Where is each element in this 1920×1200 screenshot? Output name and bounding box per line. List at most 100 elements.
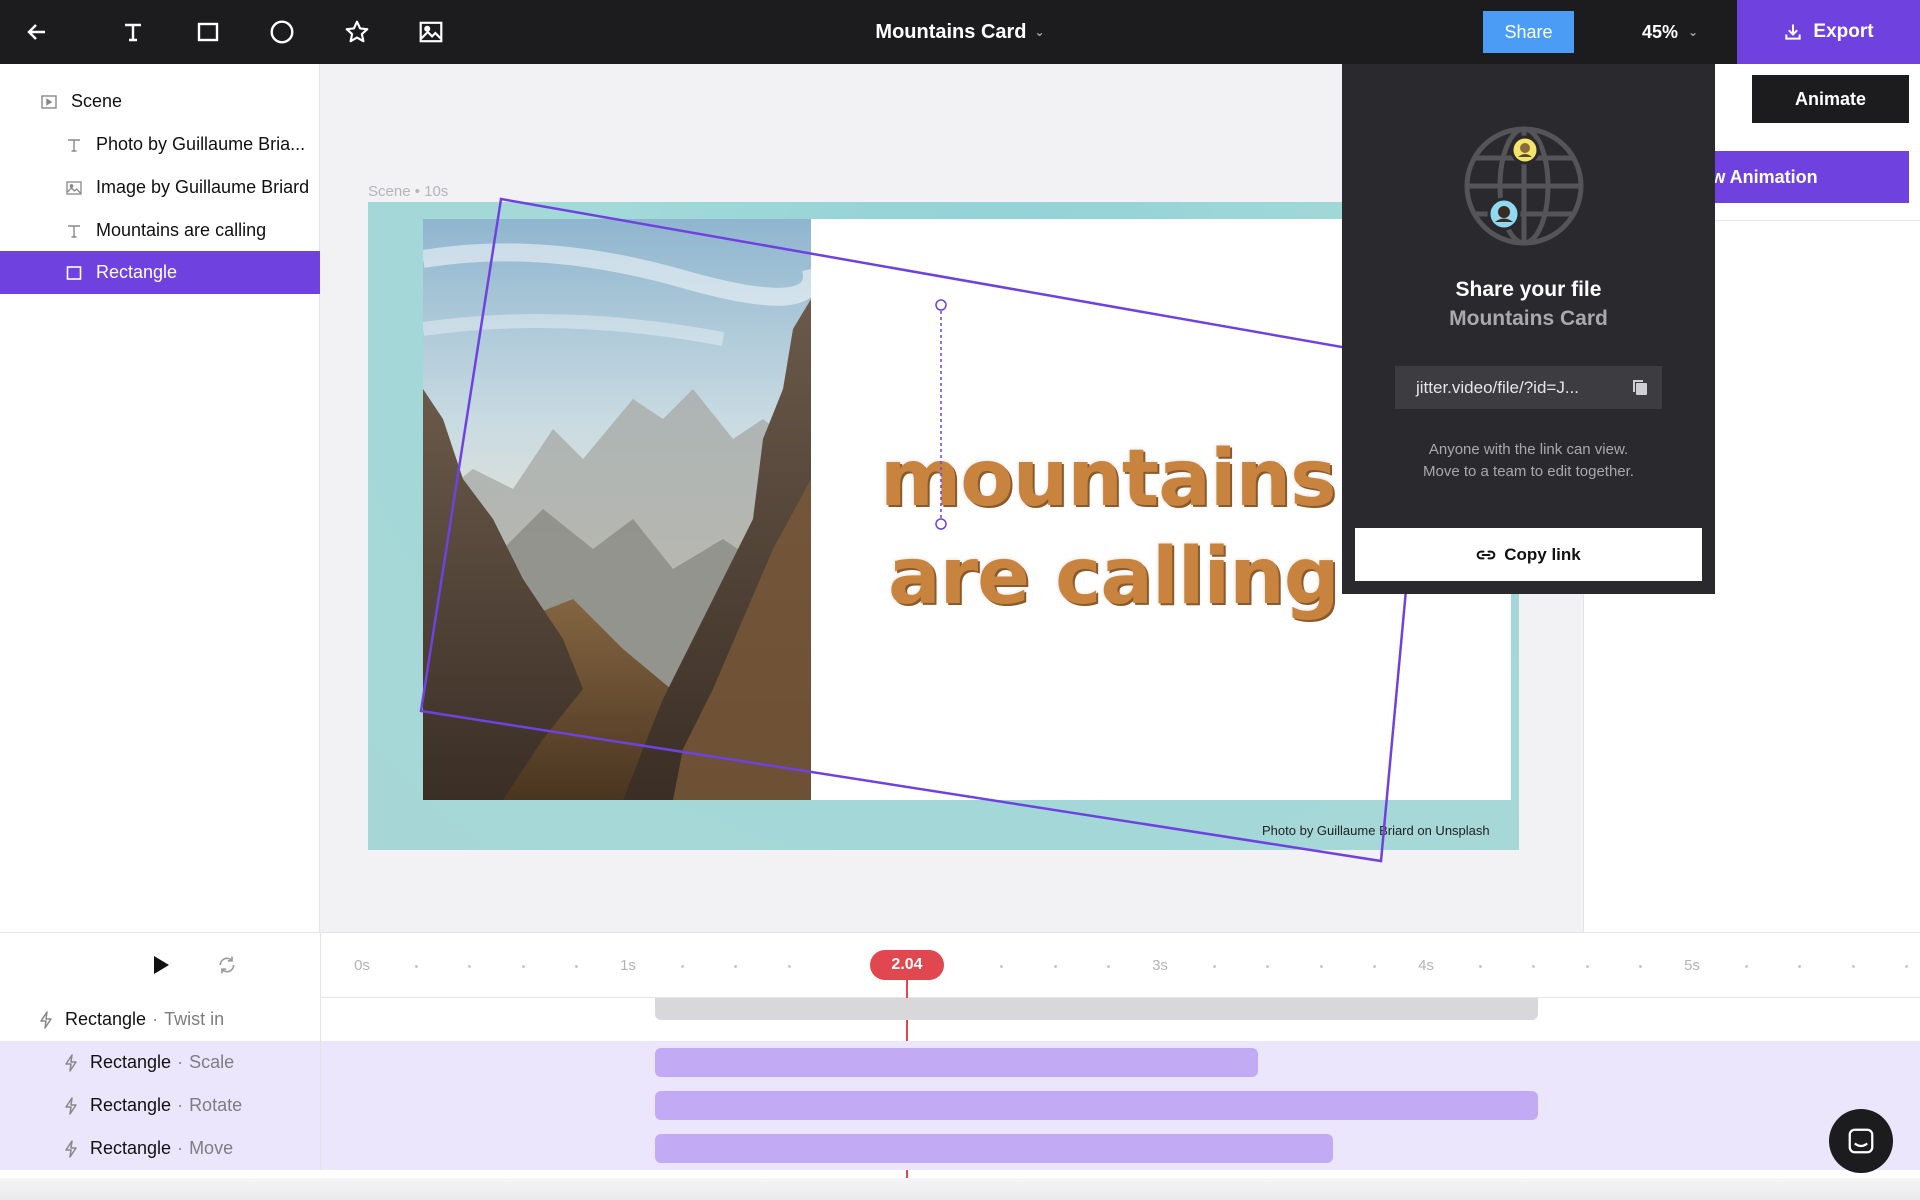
track-separator: · (177, 1138, 184, 1158)
loop-icon[interactable] (214, 952, 240, 978)
chevron-down-icon: ⌄ (1687, 25, 1699, 39)
track-label[interactable]: Rectangle · Twist in (0, 998, 321, 1041)
export-label: Export (1813, 21, 1874, 42)
share-button[interactable]: Share (1483, 11, 1574, 53)
lightning-icon (39, 1010, 53, 1029)
track-label[interactable]: Rectangle · Rotate (0, 1084, 321, 1127)
copy-icon[interactable] (1632, 379, 1648, 401)
track-separator: · (177, 1095, 184, 1115)
track-row: Rectangle · Rotate (0, 1084, 1920, 1127)
copy-link-label: Copy link (1504, 544, 1581, 564)
layer-label: Scene (71, 91, 123, 111)
tick-dot (1798, 965, 1802, 968)
mountain-photo[interactable] (423, 219, 811, 800)
tick-dot (574, 965, 578, 968)
share-note-line-2: Move to a team to edit together. (1423, 463, 1634, 480)
share-note: Anyone with the link can view. Move to a… (1342, 439, 1715, 483)
tick-dot (734, 965, 738, 968)
tick-label: 5s (1684, 957, 1700, 974)
animation-bar[interactable] (654, 1048, 1259, 1077)
layer-scene[interactable]: Scene (0, 80, 320, 123)
image-tool-icon[interactable] (399, 0, 463, 64)
chat-support-icon[interactable] (1829, 1109, 1893, 1173)
tick-dot (1638, 965, 1642, 968)
download-icon (1785, 24, 1802, 40)
lightning-icon (64, 1139, 78, 1158)
share-title: Share your file (1455, 278, 1602, 301)
track-layer-name: Rectangle (65, 1009, 147, 1029)
tick-label: 1s (620, 957, 636, 974)
back-arrow-icon[interactable] (5, 0, 69, 64)
track-animation-name: Scale (189, 1052, 235, 1072)
share-file-name: Mountains Card (1449, 307, 1608, 330)
animation-bar[interactable] (654, 998, 1538, 1020)
track-separator: · (177, 1052, 184, 1072)
track-separator: · (152, 1009, 159, 1029)
zoom-dropdown[interactable]: 45% ⌄ (1620, 0, 1720, 64)
rotate-handle-top[interactable] (934, 298, 948, 312)
chevron-down-icon: ⌄ (1034, 25, 1045, 39)
photo-credit-text[interactable]: Photo by Guillaume Briard on Unsplash (1262, 823, 1490, 838)
share-note-line-1: Anyone with the link can view. (1428, 441, 1629, 458)
share-popover: Share your file Mountains Card jitter.vi… (1342, 64, 1715, 594)
tick-dot (1904, 965, 1908, 968)
track-row: Rectangle · Twist in (0, 998, 1920, 1041)
rectangle-tool-icon[interactable] (176, 0, 240, 64)
export-button[interactable]: Export (1737, 0, 1920, 64)
layer-label: Photo by Guillaume Bria... (96, 134, 306, 154)
image-icon (64, 178, 84, 198)
text-icon (64, 221, 84, 241)
layer-photo-credit-text[interactable]: Photo by Guillaume Bria... (0, 123, 320, 166)
document-title[interactable]: Mountains Card ⌄ (840, 0, 1080, 64)
share-link-field[interactable]: jitter.video/file/?id=J... (1395, 366, 1662, 409)
tick-label: 0s (354, 957, 370, 974)
tick-dot (1745, 965, 1749, 968)
ellipse-tool-icon[interactable] (250, 0, 314, 64)
layer-image[interactable]: Image by Guillaume Briard (0, 166, 320, 209)
playhead-time[interactable]: 2.04 (870, 950, 944, 980)
star-tool-icon[interactable] (325, 0, 389, 64)
animation-bar[interactable] (654, 1091, 1538, 1120)
timeline-ruler[interactable]: 0s 1s 3s 4s 5s (321, 933, 1920, 998)
share-link-text: jitter.video/file/?id=J... (1416, 377, 1580, 397)
track-label[interactable]: Rectangle · Scale (0, 1041, 321, 1084)
track-layer-name: Rectangle (90, 1138, 172, 1158)
layer-rectangle[interactable]: Rectangle (0, 251, 320, 294)
rotate-handle-bottom[interactable] (934, 517, 948, 531)
copy-link-button[interactable]: Copy link (1355, 528, 1702, 581)
tick-dot (1106, 965, 1110, 968)
layer-headline-text[interactable]: Mountains are calling (0, 209, 320, 252)
tick-label: 4s (1418, 957, 1434, 974)
tick-dot (1479, 965, 1483, 968)
tick-dot (1585, 965, 1589, 968)
tick-dot (1213, 965, 1217, 968)
track-animation-name: Twist in (164, 1009, 225, 1029)
text-tool-icon[interactable] (101, 0, 165, 64)
tick-label: 3s (1152, 957, 1168, 974)
tick-dot (468, 965, 472, 968)
lightning-icon (64, 1053, 78, 1072)
headline-text[interactable]: mountains are calling (880, 430, 1360, 626)
track-label[interactable]: Rectangle · Move (0, 1127, 321, 1170)
animation-bar[interactable] (654, 1134, 1333, 1163)
layers-panel: Scene Photo by Guillaume Bria... Image b… (0, 64, 320, 932)
tick-dot (787, 965, 791, 968)
tick-dot (1053, 965, 1057, 968)
link-icon (1476, 550, 1496, 559)
track-row: Rectangle · Scale (0, 1041, 1920, 1084)
scene-label: Scene • 10s (368, 183, 449, 200)
tick-dot (1319, 965, 1323, 968)
animate-button[interactable]: Animate (1752, 75, 1909, 123)
zoom-value: 45% (1641, 21, 1678, 42)
track-animation-name: Rotate (189, 1095, 243, 1115)
tick-dot (1000, 965, 1004, 968)
top-toolbar: Mountains Card ⌄ Share 45% ⌄ Export (0, 0, 1920, 64)
rectangle-icon (64, 263, 84, 283)
playback-controls (0, 933, 321, 998)
layer-label: Mountains are calling (96, 220, 267, 240)
play-icon[interactable] (148, 952, 174, 978)
headline-line-2: are calling (888, 532, 1340, 622)
globe-icon (1464, 126, 1584, 246)
track-layer-name: Rectangle (90, 1095, 172, 1115)
tick-dot (681, 965, 685, 968)
